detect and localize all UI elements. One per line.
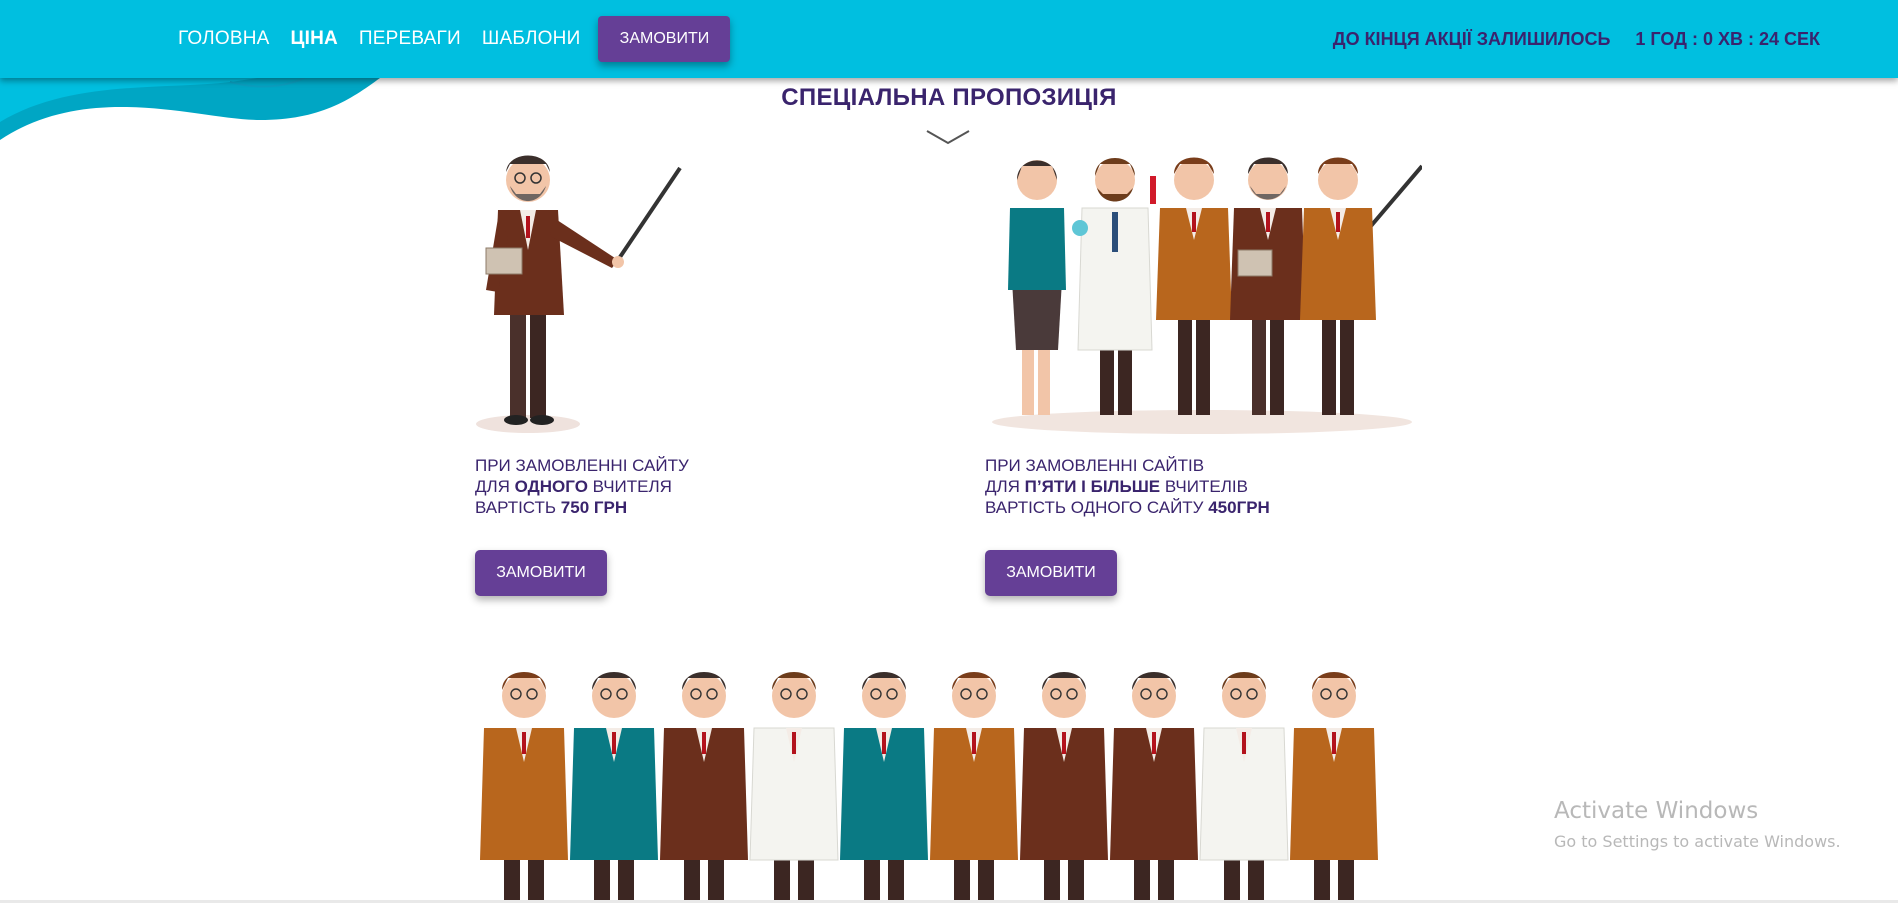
- single-teacher-illustration: [468, 140, 688, 440]
- crowd-figure-part: [702, 732, 706, 754]
- crowd-figure-part: [592, 674, 636, 718]
- crowd-figure-part: [772, 674, 816, 718]
- crowd-figure-part: [1222, 674, 1266, 718]
- top-navbar: ГОЛОВНА ЦІНА ПЕРЕВАГИ ШАБЛОНИ ЗАМОВИТИ Д…: [0, 0, 1898, 78]
- offer-group-line1: ПРИ ЗАМОВЛЕННІ САЙТІВ: [985, 456, 1205, 475]
- windows-activation-watermark: Activate Windows Go to Settings to activ…: [1554, 798, 1841, 851]
- offer-single-line1: ПРИ ЗАМОВЛЕННІ САЙТУ: [475, 456, 689, 475]
- offer-group-line3: ВАРТІСТЬ ОДНОГО САЙТУ 450ГРН: [985, 498, 1270, 517]
- chevron-down-icon: [926, 130, 970, 145]
- offer-single-text: ПРИ ЗАМОВЛЕННІ САЙТУ ДЛЯ ОДНОГО ВЧИТЕЛЯ …: [475, 455, 689, 518]
- crowd-figure-part: [1152, 732, 1156, 754]
- crowd-figure-part: [1242, 732, 1246, 754]
- nav-link-home[interactable]: ГОЛОВНА: [178, 28, 270, 50]
- offer-single-line2: ДЛЯ ОДНОГО ВЧИТЕЛЯ: [475, 477, 672, 496]
- watermark-subtitle: Go to Settings to activate Windows.: [1554, 832, 1841, 851]
- crowd-figure-part: [502, 674, 546, 718]
- crowd-figure-part: [972, 732, 976, 754]
- nav-link-advantages[interactable]: ПЕРЕВАГИ: [359, 28, 461, 50]
- crowd-figure-part: [792, 732, 796, 754]
- crowd-figure-part: [1062, 732, 1066, 754]
- header-order-button[interactable]: ЗАМОВИТИ: [598, 16, 731, 62]
- watermark-title: Activate Windows: [1554, 798, 1759, 824]
- crowd-figure-part: [862, 674, 906, 718]
- countdown-value: 1 ГОД : 0 ХВ : 24 СЕК: [1635, 28, 1820, 49]
- crowd-figure-part: [882, 732, 886, 754]
- nav-link-price[interactable]: ЦІНА: [291, 28, 338, 50]
- offer-group-text: ПРИ ЗАМОВЛЕННІ САЙТІВ ДЛЯ П’ЯТИ І БІЛЬШЕ…: [985, 455, 1270, 518]
- main-nav: ГОЛОВНА ЦІНА ПЕРЕВАГИ ШАБЛОНИ ЗАМОВИТИ: [178, 0, 731, 78]
- crowd-figure-part: [952, 674, 996, 718]
- crowd-figure-part: [1312, 674, 1356, 718]
- crowd-figure-part: [1132, 674, 1176, 718]
- teachers-group-illustration: [982, 140, 1422, 440]
- order-single-button[interactable]: ЗАМОВИТИ: [475, 550, 607, 596]
- crowd-figure-part: [682, 674, 726, 718]
- promo-countdown: ДО КІНЦЯ АКЦІЇ ЗАЛИШИЛОСЬ 1 ГОД : 0 ХВ :…: [1333, 0, 1820, 78]
- crowd-figure-part: [522, 732, 526, 754]
- order-group-button[interactable]: ЗАМОВИТИ: [985, 550, 1117, 596]
- countdown-label: ДО КІНЦЯ АКЦІЇ ЗАЛИШИЛОСЬ: [1332, 28, 1611, 49]
- offer-single-line3: ВАРТІСТЬ 750 ГРН: [475, 498, 628, 517]
- large-teachers-group-illustration: [472, 650, 1432, 903]
- crowd-figure-part: [1042, 674, 1086, 718]
- nav-link-templates[interactable]: ШАБЛОНИ: [482, 28, 581, 50]
- crowd-figure-part: [1332, 732, 1336, 754]
- offer-group-line2: ДЛЯ П’ЯТИ І БІЛЬШЕ ВЧИТЕЛІВ: [985, 477, 1248, 496]
- crowd-figure-part: [612, 732, 616, 754]
